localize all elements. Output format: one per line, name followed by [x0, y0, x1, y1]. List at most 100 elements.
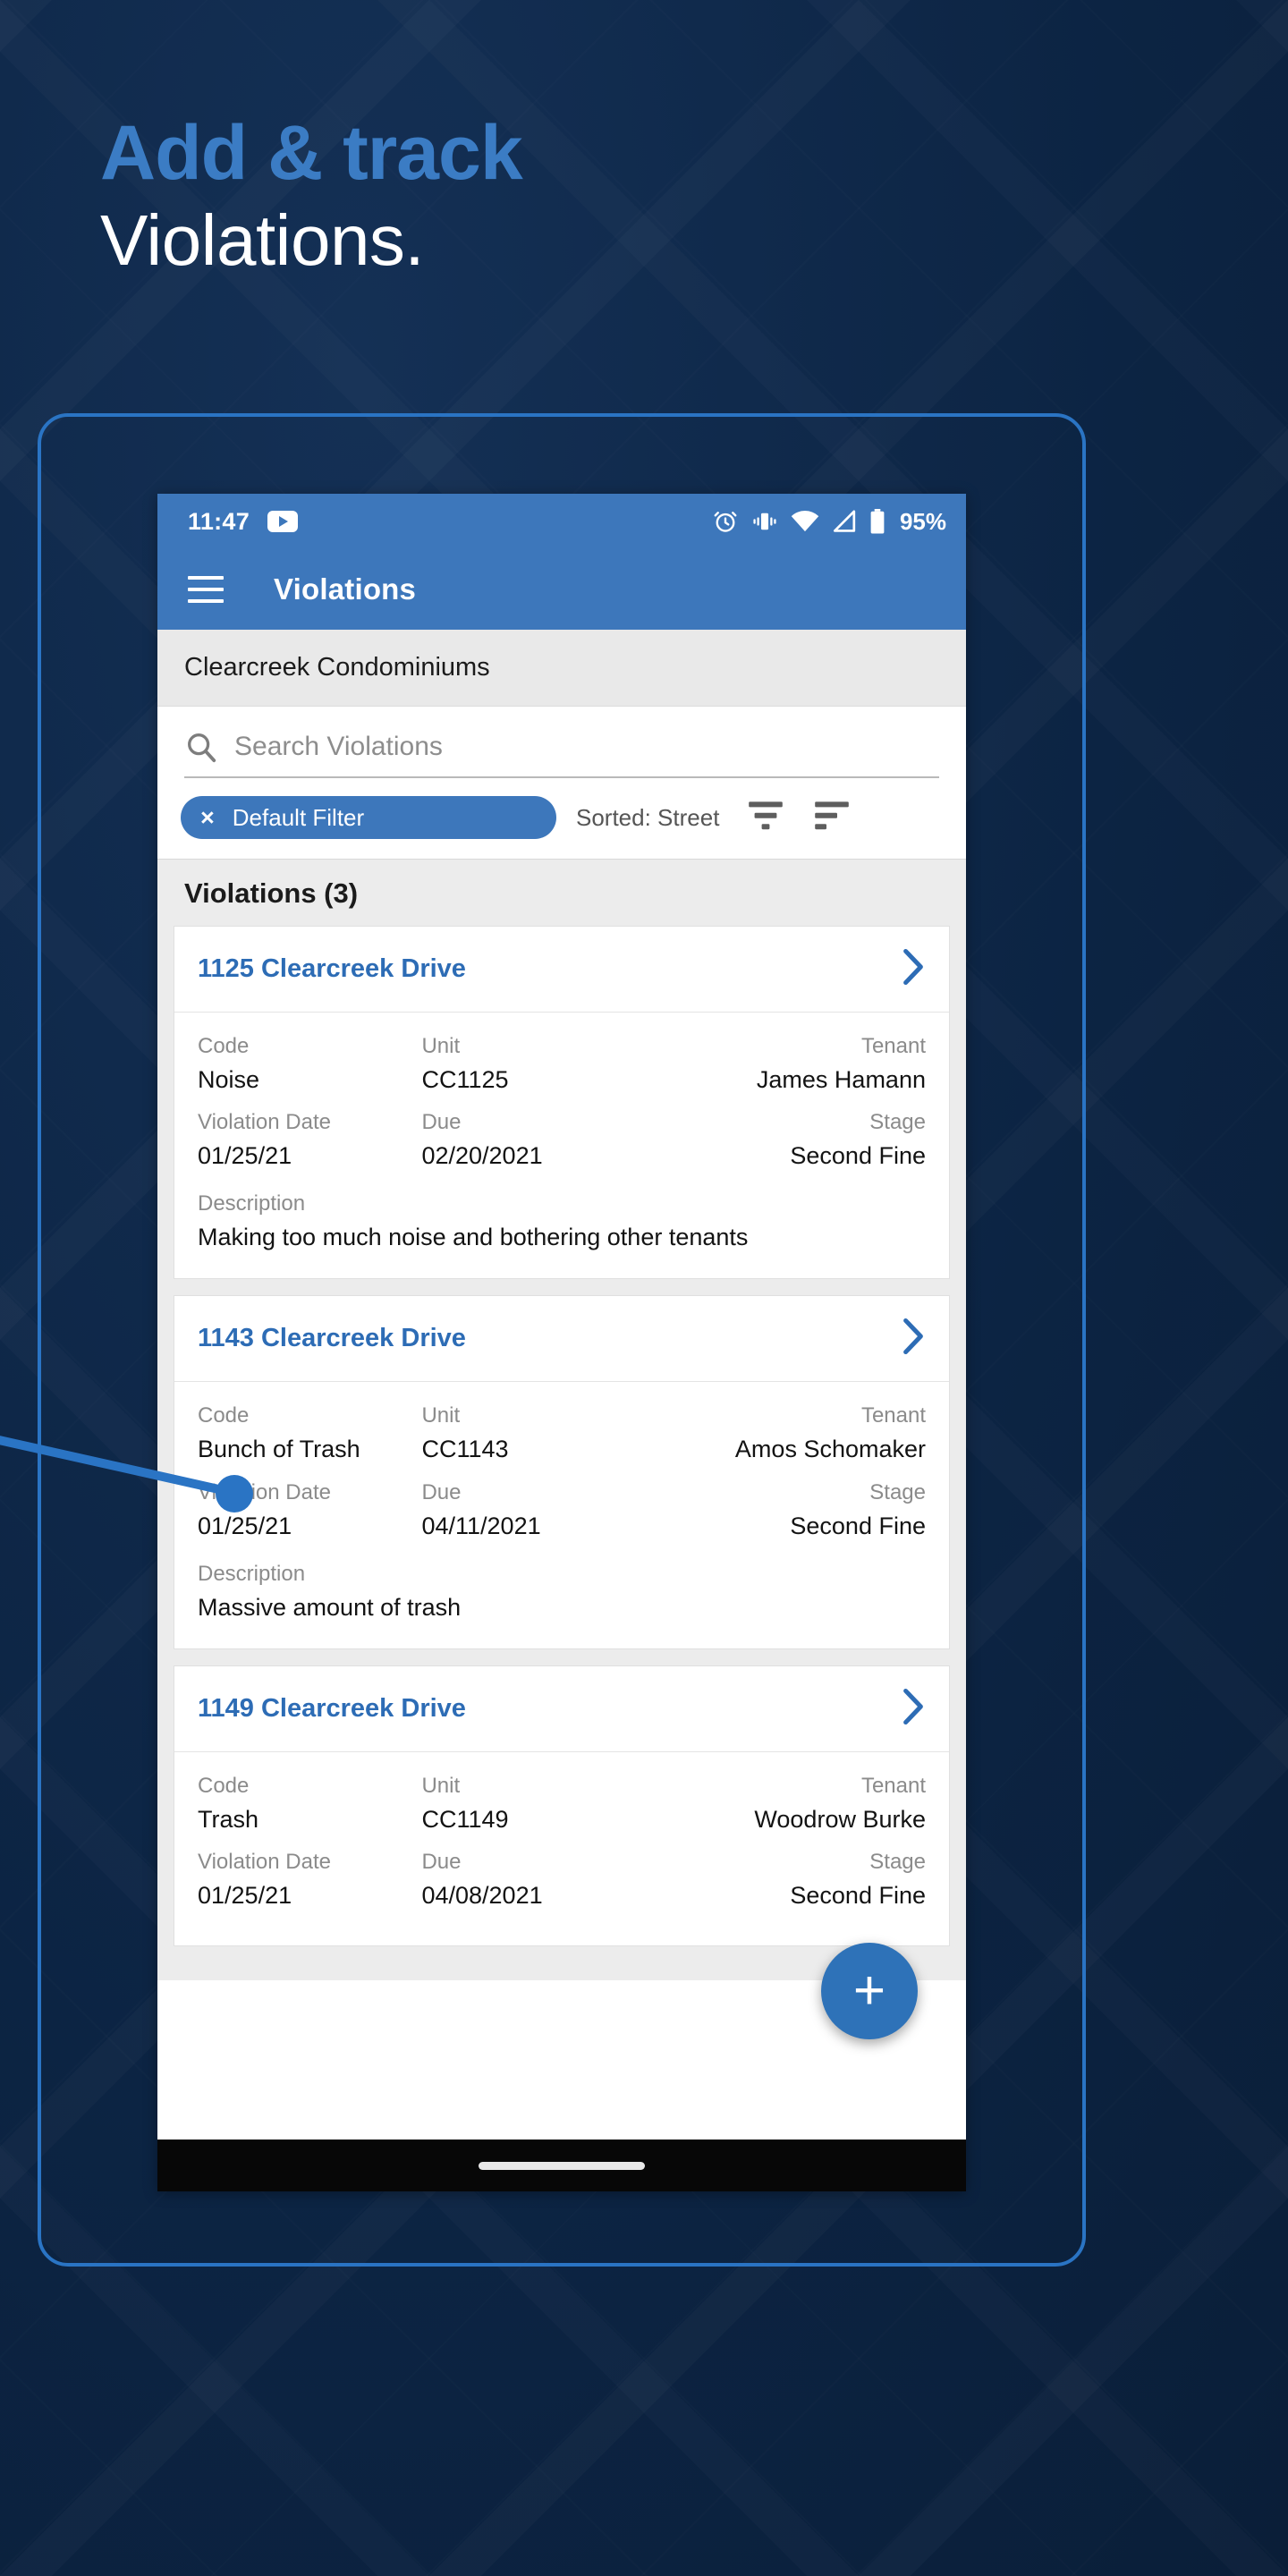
field-code: Code Noise	[198, 1030, 421, 1097]
field-label: Stage	[869, 1849, 926, 1874]
field-label: Tenant	[860, 1403, 926, 1428]
list-header: Violations (3)	[157, 860, 966, 926]
field-due: Due 04/08/2021	[421, 1846, 657, 1913]
default-filter-chip[interactable]: × Default Filter	[181, 796, 556, 839]
field-tenant: Tenant Woodrow Burke	[657, 1770, 926, 1837]
violation-card[interactable]: 1125 Clearcreek Drive Code Noise Unit CC…	[174, 926, 950, 1280]
field-code: Code Trash	[198, 1770, 421, 1837]
violation-card-body: Code Bunch of Trash Unit CC1143 Tenant A…	[174, 1382, 949, 1648]
field-value: 02/20/2021	[421, 1142, 543, 1170]
field-value: CC1125	[421, 1066, 509, 1093]
violation-row-dates: Violation Date 01/25/21 Due 04/11/2021 S…	[198, 1477, 926, 1544]
chevron-right-icon[interactable]	[901, 1688, 926, 1730]
field-label: Due	[421, 1849, 462, 1874]
violation-card[interactable]: 1149 Clearcreek Drive Code Trash Unit CC…	[174, 1665, 950, 1947]
violation-address: 1143 Clearcreek Drive	[198, 1324, 466, 1353]
field-label: Violation Date	[198, 1110, 331, 1135]
field-value: CC1149	[421, 1805, 509, 1833]
phone-screen: 11:47 95% Violations Clearcreek Condomin…	[157, 494, 966, 2191]
violation-address: 1125 Clearcreek Drive	[198, 954, 466, 983]
field-description: Description Massive amount of trash	[198, 1558, 926, 1625]
battery-percent-label: 95%	[899, 507, 946, 535]
field-label: Description	[198, 1561, 306, 1586]
violation-row-primary: Code Trash Unit CC1149 Tenant Woodrow Bu…	[198, 1770, 926, 1837]
field-value: Noise	[198, 1066, 260, 1093]
violation-card-body: Code Noise Unit CC1125 Tenant James Hama…	[174, 1013, 949, 1278]
field-label: Stage	[869, 1479, 926, 1504]
promo-headline: Add & track Violations.	[100, 114, 905, 281]
field-label: Due	[421, 1110, 462, 1135]
search-icon	[188, 733, 216, 763]
cell-signal-icon	[833, 510, 856, 532]
search-input[interactable]	[234, 732, 939, 762]
field-label: Tenant	[860, 1773, 926, 1798]
callout-pointer	[0, 1436, 253, 1513]
close-icon[interactable]: ×	[200, 804, 215, 832]
violation-card-header[interactable]: 1143 Clearcreek Drive	[174, 1296, 949, 1383]
field-value: James Hamann	[756, 1066, 926, 1093]
field-value: Second Fine	[790, 1881, 926, 1909]
chevron-right-icon[interactable]	[901, 1318, 926, 1360]
status-bar: 11:47 95%	[157, 494, 966, 549]
field-label: Unit	[421, 1034, 461, 1058]
youtube-icon	[267, 511, 299, 532]
field-value: 04/08/2021	[421, 1881, 543, 1909]
filter-chip-label: Default Filter	[232, 803, 365, 831]
violation-card-header[interactable]: 1149 Clearcreek Drive	[174, 1666, 949, 1752]
field-value: Second Fine	[790, 1512, 926, 1539]
field-value: 04/11/2021	[421, 1512, 541, 1539]
field-value: Making too much noise and bothering othe…	[198, 1224, 749, 1251]
field-label: Stage	[869, 1110, 926, 1135]
sort-lines-icon[interactable]	[812, 798, 852, 838]
add-violation-fab[interactable]: +	[821, 1943, 918, 2039]
field-value: Trash	[198, 1805, 259, 1833]
field-value: Amos Schomaker	[734, 1436, 926, 1463]
field-value: 01/25/21	[198, 1142, 292, 1170]
field-due: Due 04/11/2021	[421, 1477, 657, 1544]
field-value: 01/25/21	[198, 1881, 292, 1909]
field-tenant: Tenant Amos Schomaker	[657, 1400, 926, 1467]
filter-funnel-icon[interactable]	[746, 798, 785, 838]
search-row[interactable]	[184, 730, 939, 778]
search-section	[157, 707, 966, 778]
filter-row: × Default Filter Sorted: Street	[157, 778, 966, 860]
hamburger-menu-icon[interactable]	[188, 576, 224, 603]
field-label: Unit	[421, 1773, 461, 1798]
field-value: Massive amount of trash	[198, 1593, 462, 1621]
app-bar: Violations	[157, 549, 966, 630]
field-violation-date: Violation Date 01/25/21	[198, 1846, 421, 1913]
field-stage: Stage Second Fine	[657, 1477, 926, 1544]
vibrate-icon	[753, 513, 776, 530]
page-title: Violations	[274, 572, 417, 606]
system-nav-bar	[157, 2140, 966, 2191]
field-label: Violation Date	[198, 1849, 331, 1874]
field-stage: Stage Second Fine	[657, 1846, 926, 1913]
violation-row-primary: Code Bunch of Trash Unit CC1143 Tenant A…	[198, 1400, 926, 1467]
alarm-icon	[714, 512, 737, 532]
violation-address: 1149 Clearcreek Drive	[198, 1693, 466, 1723]
field-unit: Unit CC1149	[421, 1770, 657, 1837]
wifi-icon	[791, 510, 819, 532]
status-bar-time: 11:47	[188, 507, 250, 535]
field-value: Second Fine	[790, 1142, 926, 1170]
violation-card-header[interactable]: 1125 Clearcreek Drive	[174, 927, 949, 1013]
field-value: CC1143	[421, 1436, 509, 1463]
field-label: Due	[421, 1479, 462, 1504]
field-label: Description	[198, 1191, 306, 1216]
home-indicator[interactable]	[479, 2161, 645, 2170]
field-stage: Stage Second Fine	[657, 1106, 926, 1174]
field-unit: Unit CC1143	[421, 1400, 657, 1467]
field-description: Description Making too much noise and bo…	[198, 1188, 926, 1255]
field-unit: Unit CC1125	[421, 1030, 657, 1097]
violation-row-dates: Violation Date 01/25/21 Due 04/08/2021 S…	[198, 1846, 926, 1913]
headline-line-1: Add & track	[100, 110, 523, 196]
field-tenant: Tenant James Hamann	[657, 1030, 926, 1097]
violation-card-body: Code Trash Unit CC1149 Tenant Woodrow Bu…	[174, 1752, 949, 1945]
field-label: Unit	[421, 1403, 461, 1428]
chevron-right-icon[interactable]	[901, 948, 926, 990]
violation-row-primary: Code Noise Unit CC1125 Tenant James Hama…	[198, 1030, 926, 1097]
field-violation-date: Violation Date 01/25/21	[198, 1106, 421, 1174]
field-label: Code	[198, 1773, 250, 1798]
violations-list: 1125 Clearcreek Drive Code Noise Unit CC…	[157, 926, 966, 1981]
violation-card[interactable]: 1143 Clearcreek Drive Code Bunch of Tras…	[174, 1295, 950, 1649]
